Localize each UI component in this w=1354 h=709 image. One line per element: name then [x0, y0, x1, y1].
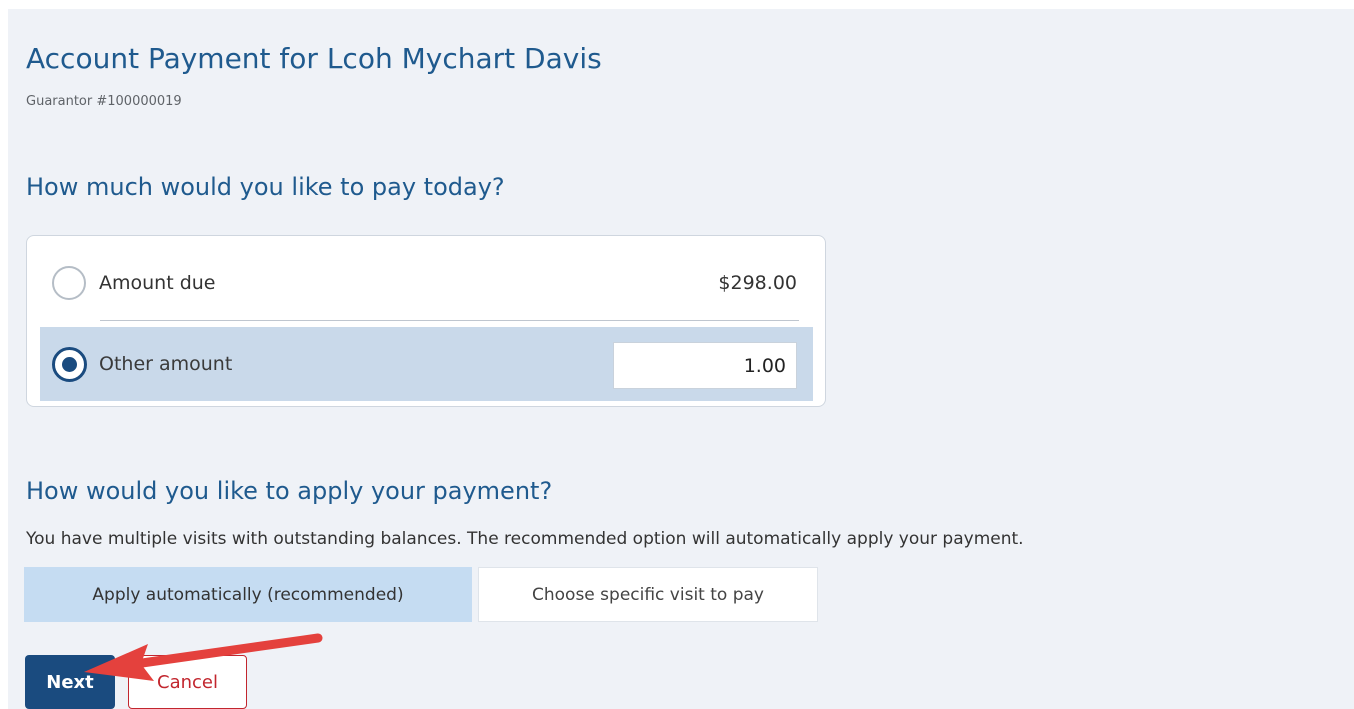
other-amount-input[interactable] — [613, 342, 797, 389]
cancel-button[interactable]: Cancel — [128, 655, 247, 709]
amount-question-heading: How much would you like to pay today? — [26, 173, 505, 201]
page-title: Account Payment for Lcoh Mychart Davis — [26, 42, 602, 75]
amount-due-radio[interactable] — [52, 266, 86, 300]
amount-due-label: Amount due — [99, 272, 216, 294]
choose-specific-visit-button[interactable]: Choose specific visit to pay — [478, 567, 818, 622]
apply-description: You have multiple visits with outstandin… — [26, 529, 1024, 549]
amount-due-value: $298.00 — [718, 272, 797, 294]
payment-page: Account Payment for Lcoh Mychart Davis G… — [8, 9, 1354, 709]
apply-automatically-button[interactable]: Apply automatically (recommended) — [24, 567, 472, 622]
other-amount-radio[interactable] — [52, 347, 87, 382]
other-amount-label: Other amount — [99, 353, 233, 375]
next-button[interactable]: Next — [25, 655, 115, 709]
guarantor-number: Guarantor #100000019 — [26, 94, 182, 109]
other-amount-option[interactable]: Other amount — [40, 327, 813, 401]
amount-due-option[interactable]: Amount due $298.00 — [40, 246, 813, 320]
apply-question-heading: How would you like to apply your payment… — [26, 477, 553, 505]
amount-options-card: Amount due $298.00 Other amount — [26, 235, 826, 407]
option-divider — [100, 320, 799, 321]
